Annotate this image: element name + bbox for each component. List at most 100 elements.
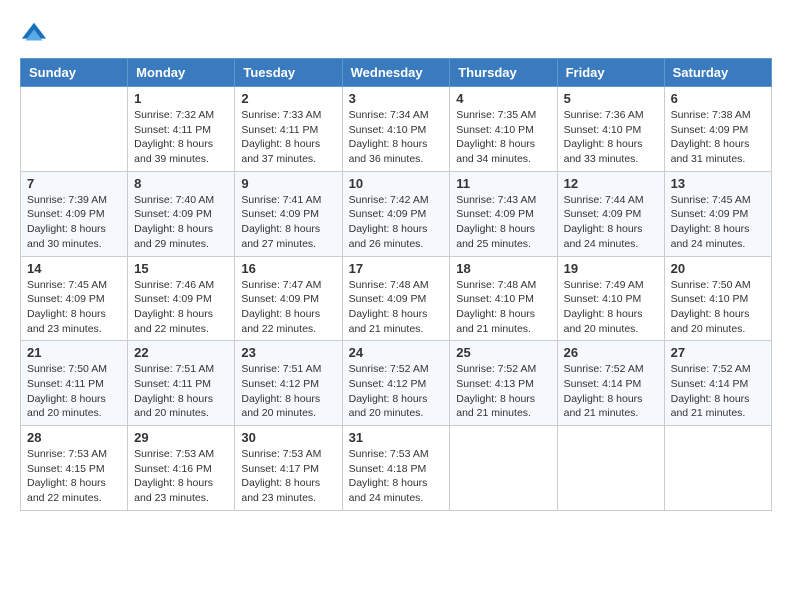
cell-content: Sunrise: 7:48 AM Sunset: 4:09 PM Dayligh… — [349, 278, 444, 337]
calendar-cell: 15 Sunrise: 7:46 AM Sunset: 4:09 PM Dayli… — [128, 256, 235, 341]
calendar-cell: 31 Sunrise: 7:53 AM Sunset: 4:18 PM Dayli… — [342, 426, 450, 511]
calendar-cell: 17 Sunrise: 7:48 AM Sunset: 4:09 PM Dayli… — [342, 256, 450, 341]
calendar-week-row: 14Sunrise: 7:45 AM Sunset: 4:09 PM Dayli… — [21, 256, 772, 341]
cell-content: Sunrise: 7:46 AM Sunset: 4:09 PM Dayligh… — [134, 278, 228, 337]
cell-content: Sunrise: 7:50 AM Sunset: 4:11 PM Dayligh… — [27, 362, 121, 421]
day-number: 31 — [349, 430, 444, 445]
day-number: 12 — [564, 176, 658, 191]
calendar-cell: 4 Sunrise: 7:35 AM Sunset: 4:10 PM Daylig… — [450, 87, 557, 172]
cell-content: Sunrise: 7:45 AM Sunset: 4:09 PM Dayligh… — [671, 193, 765, 252]
calendar-cell: 12 Sunrise: 7:44 AM Sunset: 4:09 PM Dayli… — [557, 171, 664, 256]
cell-content: Sunrise: 7:52 AM Sunset: 4:14 PM Dayligh… — [564, 362, 658, 421]
day-number: 14 — [27, 261, 121, 276]
cell-content: Sunrise: 7:43 AM Sunset: 4:09 PM Dayligh… — [456, 193, 550, 252]
cell-content: Sunrise: 7:50 AM Sunset: 4:10 PM Dayligh… — [671, 278, 765, 337]
calendar-cell: 8 Sunrise: 7:40 AM Sunset: 4:09 PM Daylig… — [128, 171, 235, 256]
calendar-cell: 16Sunrise: 7:47 AM Sunset: 4:09 PM Dayli… — [235, 256, 342, 341]
day-number: 21 — [27, 345, 121, 360]
day-number: 10 — [349, 176, 444, 191]
day-of-week-header: Wednesday — [342, 59, 450, 87]
cell-content: Sunrise: 7:42 AM Sunset: 4:09 PM Dayligh… — [349, 193, 444, 252]
calendar-cell — [664, 426, 771, 511]
day-of-week-header: Friday — [557, 59, 664, 87]
cell-content: Sunrise: 7:52 AM Sunset: 4:12 PM Dayligh… — [349, 362, 444, 421]
day-number: 13 — [671, 176, 765, 191]
calendar-cell: 20Sunrise: 7:50 AM Sunset: 4:10 PM Dayli… — [664, 256, 771, 341]
cell-content: Sunrise: 7:41 AM Sunset: 4:09 PM Dayligh… — [241, 193, 335, 252]
day-number: 1 — [134, 91, 228, 106]
day-of-week-header: Thursday — [450, 59, 557, 87]
calendar-header-row: SundayMondayTuesdayWednesdayThursdayFrid… — [21, 59, 772, 87]
calendar-cell: 11Sunrise: 7:43 AM Sunset: 4:09 PM Dayli… — [450, 171, 557, 256]
calendar-cell: 19 Sunrise: 7:49 AM Sunset: 4:10 PM Dayli… — [557, 256, 664, 341]
cell-content: Sunrise: 7:38 AM Sunset: 4:09 PM Dayligh… — [671, 108, 765, 167]
calendar-cell: 7Sunrise: 7:39 AM Sunset: 4:09 PM Daylig… — [21, 171, 128, 256]
calendar-cell: 5Sunrise: 7:36 AM Sunset: 4:10 PM Daylig… — [557, 87, 664, 172]
cell-content: Sunrise: 7:53 AM Sunset: 4:15 PM Dayligh… — [27, 447, 121, 506]
cell-content: Sunrise: 7:53 AM Sunset: 4:17 PM Dayligh… — [241, 447, 335, 506]
cell-content: Sunrise: 7:52 AM Sunset: 4:14 PM Dayligh… — [671, 362, 765, 421]
day-number: 2 — [241, 91, 335, 106]
calendar-cell: 18 Sunrise: 7:48 AM Sunset: 4:10 PM Dayli… — [450, 256, 557, 341]
calendar-cell: 27 Sunrise: 7:52 AM Sunset: 4:14 PM Dayli… — [664, 341, 771, 426]
calendar-cell: 14Sunrise: 7:45 AM Sunset: 4:09 PM Dayli… — [21, 256, 128, 341]
calendar-table: SundayMondayTuesdayWednesdayThursdayFrid… — [20, 58, 772, 511]
calendar-cell: 28 Sunrise: 7:53 AM Sunset: 4:15 PM Dayli… — [21, 426, 128, 511]
calendar-cell: 13 Sunrise: 7:45 AM Sunset: 4:09 PM Dayli… — [664, 171, 771, 256]
day-number: 29 — [134, 430, 228, 445]
cell-content: Sunrise: 7:44 AM Sunset: 4:09 PM Dayligh… — [564, 193, 658, 252]
day-number: 5 — [564, 91, 658, 106]
day-of-week-header: Monday — [128, 59, 235, 87]
calendar-cell: 22 Sunrise: 7:51 AM Sunset: 4:11 PM Dayli… — [128, 341, 235, 426]
page-header — [20, 20, 772, 48]
calendar-cell: 25 Sunrise: 7:52 AM Sunset: 4:13 PM Dayli… — [450, 341, 557, 426]
calendar-week-row: 28 Sunrise: 7:53 AM Sunset: 4:15 PM Dayli… — [21, 426, 772, 511]
cell-content: Sunrise: 7:51 AM Sunset: 4:12 PM Dayligh… — [241, 362, 335, 421]
logo — [20, 20, 52, 48]
day-of-week-header: Saturday — [664, 59, 771, 87]
cell-content: Sunrise: 7:51 AM Sunset: 4:11 PM Dayligh… — [134, 362, 228, 421]
cell-content: Sunrise: 7:53 AM Sunset: 4:18 PM Dayligh… — [349, 447, 444, 506]
day-number: 17 — [349, 261, 444, 276]
day-number: 23 — [241, 345, 335, 360]
calendar-cell: 26 Sunrise: 7:52 AM Sunset: 4:14 PM Dayli… — [557, 341, 664, 426]
logo-icon — [20, 20, 48, 48]
calendar-cell: 1 Sunrise: 7:32 AM Sunset: 4:11 PM Daylig… — [128, 87, 235, 172]
day-number: 3 — [349, 91, 444, 106]
day-number: 28 — [27, 430, 121, 445]
cell-content: Sunrise: 7:34 AM Sunset: 4:10 PM Dayligh… — [349, 108, 444, 167]
cell-content: Sunrise: 7:53 AM Sunset: 4:16 PM Dayligh… — [134, 447, 228, 506]
calendar-cell: 30 Sunrise: 7:53 AM Sunset: 4:17 PM Dayli… — [235, 426, 342, 511]
day-number: 26 — [564, 345, 658, 360]
day-number: 6 — [671, 91, 765, 106]
calendar-cell: 10 Sunrise: 7:42 AM Sunset: 4:09 PM Dayli… — [342, 171, 450, 256]
calendar-week-row: 7Sunrise: 7:39 AM Sunset: 4:09 PM Daylig… — [21, 171, 772, 256]
calendar-cell: 21 Sunrise: 7:50 AM Sunset: 4:11 PM Dayli… — [21, 341, 128, 426]
day-number: 9 — [241, 176, 335, 191]
calendar-cell: 3 Sunrise: 7:34 AM Sunset: 4:10 PM Daylig… — [342, 87, 450, 172]
cell-content: Sunrise: 7:52 AM Sunset: 4:13 PM Dayligh… — [456, 362, 550, 421]
calendar-cell — [450, 426, 557, 511]
day-of-week-header: Sunday — [21, 59, 128, 87]
day-number: 24 — [349, 345, 444, 360]
day-number: 18 — [456, 261, 550, 276]
day-number: 8 — [134, 176, 228, 191]
cell-content: Sunrise: 7:40 AM Sunset: 4:09 PM Dayligh… — [134, 193, 228, 252]
day-number: 15 — [134, 261, 228, 276]
calendar-cell: 2 Sunrise: 7:33 AM Sunset: 4:11 PM Daylig… — [235, 87, 342, 172]
day-number: 19 — [564, 261, 658, 276]
cell-content: Sunrise: 7:33 AM Sunset: 4:11 PM Dayligh… — [241, 108, 335, 167]
day-number: 25 — [456, 345, 550, 360]
cell-content: Sunrise: 7:47 AM Sunset: 4:09 PM Dayligh… — [241, 278, 335, 337]
cell-content: Sunrise: 7:32 AM Sunset: 4:11 PM Dayligh… — [134, 108, 228, 167]
day-of-week-header: Tuesday — [235, 59, 342, 87]
day-number: 22 — [134, 345, 228, 360]
cell-content: Sunrise: 7:48 AM Sunset: 4:10 PM Dayligh… — [456, 278, 550, 337]
day-number: 30 — [241, 430, 335, 445]
day-number: 4 — [456, 91, 550, 106]
cell-content: Sunrise: 7:49 AM Sunset: 4:10 PM Dayligh… — [564, 278, 658, 337]
calendar-week-row: 1 Sunrise: 7:32 AM Sunset: 4:11 PM Daylig… — [21, 87, 772, 172]
day-number: 27 — [671, 345, 765, 360]
cell-content: Sunrise: 7:35 AM Sunset: 4:10 PM Dayligh… — [456, 108, 550, 167]
calendar-cell: 9 Sunrise: 7:41 AM Sunset: 4:09 PM Daylig… — [235, 171, 342, 256]
